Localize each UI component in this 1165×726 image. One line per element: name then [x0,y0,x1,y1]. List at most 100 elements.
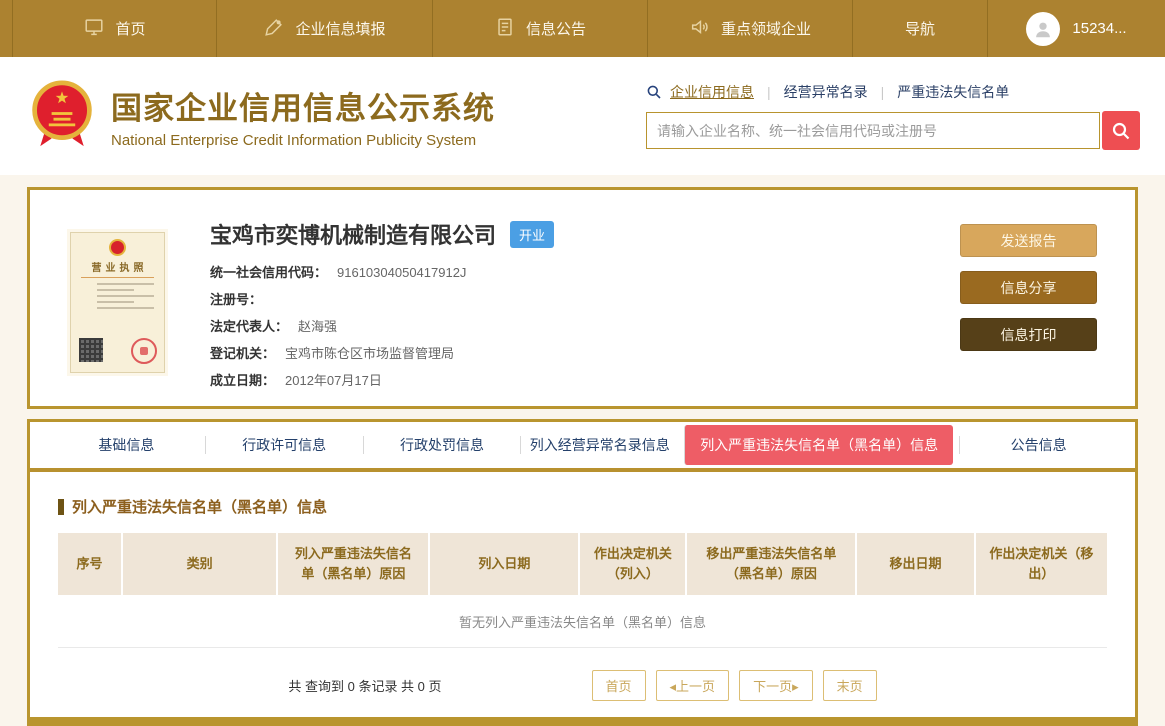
company-field-row: 统一社会信用代码： 91610304050417912J [210,264,930,281]
detail-tab[interactable]: 列入严重违法失信名单（黑名单）信息 [684,425,954,465]
company-info: 宝鸡市奕博机械制造有限公司 开业 统一社会信用代码： 9161030405041… [210,210,930,388]
logo-group: 国家企业信用信息公示系统 National Enterprise Credit … [28,78,495,155]
detail-card: 基础信息 行政许可信息 行政处罚信息 列入经营异常名录信息 列入严重违法失信名单（黑名单… [27,419,1138,726]
nav-item-label: 导航 [904,21,935,38]
company-field-row: 注册号： [210,291,930,308]
site-subtitle: National Enterprise Credit Information P… [111,132,477,149]
detail-tab[interactable]: 基础信息 [48,436,205,454]
field-value: 赵海强 [298,319,338,334]
company-card: 营业执照 宝鸡市奕博机械制造有限公司 开业 统一社会信用代码： 91610304… [27,187,1138,409]
search-row [646,111,1140,150]
action-button[interactable]: 信息打印 [960,318,1097,351]
nav-item-label: 首页 [115,21,146,38]
search-tabs: 企业信用信息 | 经营异常名录 | 严重违法失信名单 [646,82,1140,102]
table-header-cell: 列入严重违法失信名单（黑名单）原因 [278,533,431,595]
license-qr-code [79,338,103,362]
speaker-icon [689,16,711,42]
detail-tab-bar: 基础信息 行政许可信息 行政处罚信息 列入经营异常名录信息 列入严重违法失信名单（黑名单… [30,422,1135,468]
document-icon [494,16,516,42]
detail-tab[interactable]: 行政处罚信息 [362,436,521,454]
pagination-buttons: 首页 ◂上一页 下一页▸ 末页 [591,670,877,701]
table-header-cell: 类别 [123,533,279,595]
nav-item-info-notice[interactable]: 信息公告 [433,0,648,57]
license-red-seal [131,338,157,364]
action-button[interactable]: 信息分享 [960,271,1097,304]
search-tab-enterprise-credit[interactable]: 企业信用信息 [670,82,754,102]
section-title-row: 列入严重违法失信名单（黑名单）信息 [58,496,1107,517]
divider: | [880,84,885,100]
nav-item-label: 企业信息填报 [295,21,386,38]
company-name: 宝鸡市奕博机械制造有限公司 [210,223,497,248]
license-text-line [97,301,134,303]
site-titles: 国家企业信用信息公示系统 National Enterprise Credit … [111,83,495,149]
search-input[interactable] [646,112,1100,149]
nav-item-label: 重点领域企业 [720,21,811,38]
search-group: 企业信用信息 | 经营异常名录 | 严重违法失信名单 [646,82,1140,150]
business-license-thumbnail: 营业执照 [70,232,165,373]
search-tab-abnormal-operations[interactable]: 经营异常名录 [784,82,868,102]
license-emblem-icon [109,239,126,256]
table-header-row: 序号 类别 列入严重违法失信名单（黑名单）原因 列入日期 作出决定机关（列入） 移出严重违… [58,533,1107,595]
field-label: 统一社会信用代码： [210,265,328,280]
license-text-line [97,289,134,291]
table-header-cell: 列入日期 [430,533,581,595]
national-emblem-icon [28,78,96,155]
site-title: 国家企业信用信息公示系统 [111,91,495,126]
detail-tab[interactable]: 公告信息 [959,436,1117,454]
record-summary: 共 查询到 0 条记录 共 0 页 [288,679,442,694]
nav-item-navigation[interactable]: 导航 [853,0,988,57]
nav-item-home[interactable]: 首页 [13,0,217,57]
table-empty-message: 暂无列入严重违法失信名单（黑名单）信息 [58,595,1107,648]
table-header-cell: 移出日期 [857,533,976,595]
field-value: 91610304050417912J [337,265,467,280]
divider: | [767,84,771,100]
pen-icon [263,16,285,42]
pagination-button[interactable]: 下一页▸ [739,670,813,701]
search-tab-serious-violations[interactable]: 严重违法失信名单 [897,82,1009,102]
user-account[interactable]: 15234... [988,0,1165,57]
site-header: 国家企业信用信息公示系统 National Enterprise Credit … [0,57,1165,175]
nav-item-label: 信息公告 [525,21,586,38]
nav-item-key-field-enterprise[interactable]: 重点领域企业 [648,0,853,57]
nav-item-enterprise-filing[interactable]: 企业信息填报 [217,0,433,57]
field-value: 宝鸡市陈仓区市场监督管理局 [285,346,455,361]
action-button[interactable]: 发送报告 [960,224,1097,257]
field-label: 成立日期： [210,373,276,388]
license-title: 营业执照 [91,263,148,274]
monitor-icon [83,16,105,42]
license-text-line [97,283,154,285]
search-icon [646,84,662,100]
pagination-button[interactable]: 末页 [822,670,877,701]
search-button[interactable] [1102,111,1140,150]
field-value: 2012年07月17日 [285,373,382,388]
company-field-row: 法定代表人： 赵海强 [210,318,930,335]
field-label: 登记机关： [210,346,276,361]
table-header-cell: 移出严重违法失信名单（黑名单）原因 [687,533,858,595]
tab-content: 列入严重违法失信名单（黑名单）信息 序号 类别 列入严重违法失信名单（黑名单）原因列… [30,472,1135,717]
user-name: 15234... [1072,20,1127,37]
field-label: 注册号： [210,292,263,307]
company-field-row: 成立日期： 2012年07月17日 [210,372,930,389]
company-name-row: 宝鸡市奕博机械制造有限公司 开业 [210,218,930,250]
section-title: 列入严重违法失信名单（黑名单）信息 [72,499,328,516]
section-marker [58,498,64,515]
table-header-cell: 作出决定机关（移出） [975,533,1107,595]
top-navigation: 首页 企业信息填报 信息公告 重点领域企业 导航 15234... [0,0,1165,57]
pagination: 共 查询到 0 条记录 共 0 页 首页 ◂上一页 下一页▸ 末页 [58,648,1107,717]
license-rule [81,277,154,278]
detail-tab[interactable]: 列入经营异常名录信息 [520,436,678,454]
company-actions: 发送报告信息分享信息打印 [960,210,1097,388]
detail-tab[interactable]: 行政许可信息 [204,436,363,454]
license-text-line [97,295,154,297]
status-badge: 开业 [510,220,555,248]
table-header-cell: 作出决定机关（列入） [580,533,688,595]
nav-left-spacer [0,0,13,57]
pagination-button[interactable]: ◂上一页 [655,670,730,701]
field-label: 法定代表人： [210,319,289,334]
user-avatar-icon [1026,11,1061,46]
table-header-cell: 序号 [58,533,124,595]
pagination-button[interactable]: 首页 [591,670,646,701]
company-field-row: 登记机关： 宝鸡市陈仓区市场监督管理局 [210,345,930,362]
main-content: 营业执照 宝鸡市奕博机械制造有限公司 开业 统一社会信用代码： 91610304… [0,175,1165,726]
company-fields: 统一社会信用代码： 91610304050417912J 注册号： 法定代表人：… [210,264,930,389]
